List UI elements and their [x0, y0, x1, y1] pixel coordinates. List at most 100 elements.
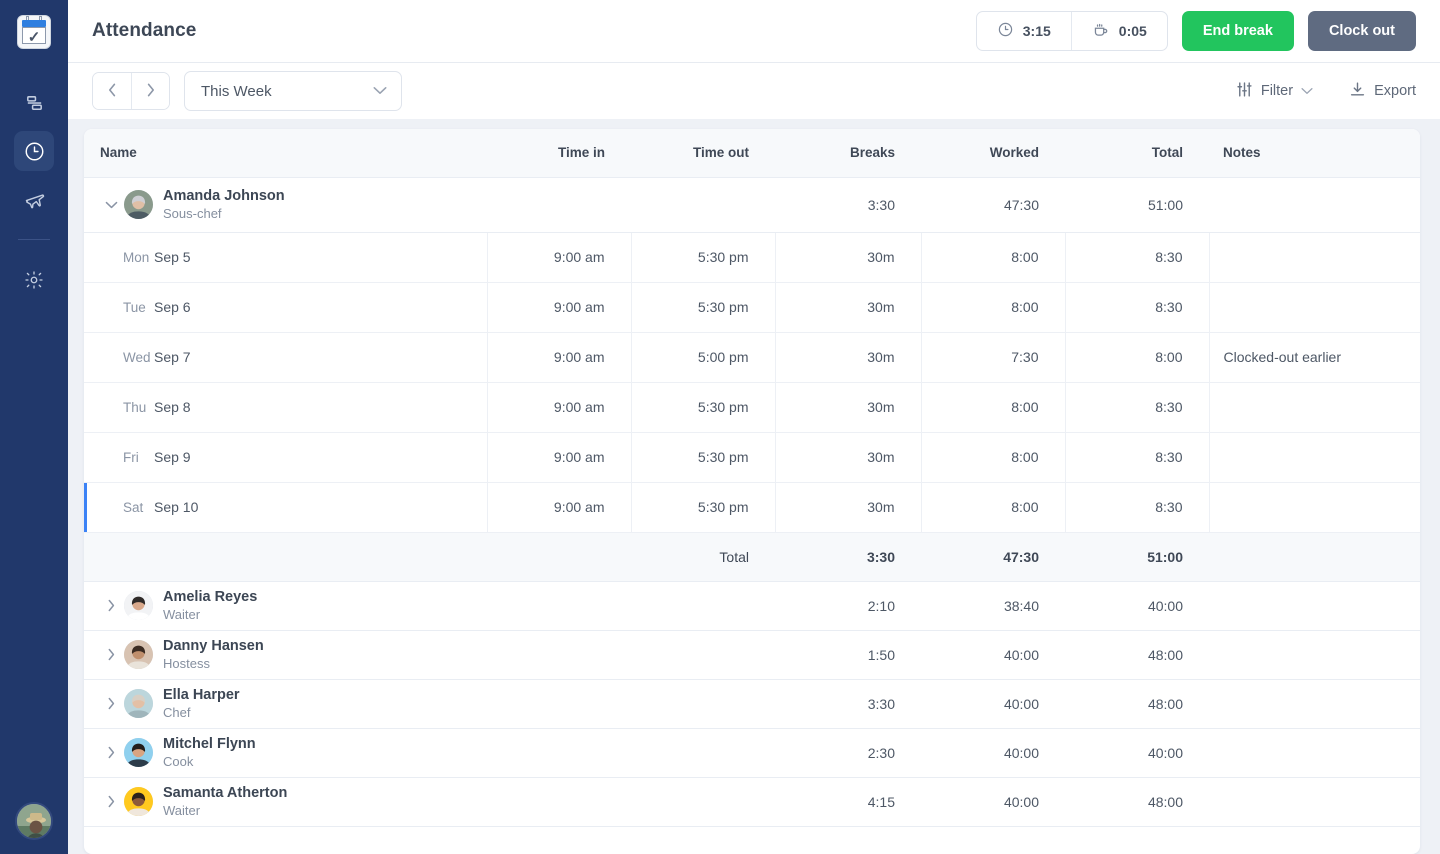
employee-role: Chef	[163, 704, 191, 720]
clock-out-button[interactable]: Clock out	[1307, 11, 1416, 51]
employee-notes	[1209, 177, 1420, 233]
timer-group: 3:15 0:05	[975, 11, 1168, 51]
chevron-down-icon	[1301, 83, 1313, 99]
avatar[interactable]	[15, 802, 53, 840]
expand-toggle[interactable]	[98, 648, 124, 661]
column-header-time-in[interactable]: Time in	[487, 129, 631, 178]
totals-notes	[1209, 532, 1420, 582]
employee-identity: Mitchel Flynn Cook	[163, 736, 256, 770]
next-week-button[interactable]	[131, 73, 169, 109]
day-row[interactable]: Thu Sep 8 9:00 am 5:30 pm 30m 8:00 8:30	[84, 382, 1420, 433]
expand-toggle[interactable]	[98, 795, 124, 808]
export-label: Export	[1374, 83, 1416, 99]
day-notes[interactable]: Clocked-out earlier	[1208, 332, 1420, 383]
day-row[interactable]: Wed Sep 7 9:00 am 5:00 pm 30m 7:30 8:00 Clocked…	[84, 332, 1420, 383]
calendar-check-logo[interactable]: ✓	[17, 15, 51, 49]
employee-row[interactable]: Amanda Johnson Sous-chef 3:30 47:30 51:00	[84, 177, 1420, 233]
expand-toggle[interactable]	[98, 697, 124, 710]
day-time-in[interactable]: 9:00 am	[486, 232, 631, 283]
toolbar-right: Filter Export	[1236, 81, 1416, 102]
column-header-time-out[interactable]: Time out	[631, 129, 775, 178]
sidebar-divider	[18, 239, 50, 240]
day-date: Sep 8	[154, 399, 191, 415]
break-timer-value: 0:05	[1118, 23, 1147, 39]
day-total: 8:30	[1064, 382, 1209, 433]
export-button[interactable]: Export	[1349, 81, 1416, 102]
column-header-breaks[interactable]: Breaks	[775, 129, 921, 178]
day-label-cell: Fri Sep 9	[84, 432, 487, 483]
day-notes[interactable]	[1208, 282, 1420, 333]
end-break-button[interactable]: End break	[1181, 11, 1294, 51]
employee-notes	[1209, 728, 1420, 778]
column-header-worked[interactable]: Worked	[921, 129, 1065, 178]
table-toolbar: This Week Filter Export	[68, 63, 1440, 119]
avatar-illustration	[17, 804, 51, 838]
column-header-total[interactable]: Total	[1065, 129, 1209, 178]
day-time-in[interactable]: 9:00 am	[486, 382, 631, 433]
sidebar-item-schedule[interactable]	[14, 83, 54, 123]
employee-notes	[1209, 777, 1420, 827]
table-header-row: Name Time in Time out Breaks Worked Tota…	[84, 129, 1420, 178]
day-breaks[interactable]: 30m	[774, 432, 921, 483]
sidebar-nav	[0, 83, 68, 300]
header-actions: 3:15 0:05 End break Clock out	[975, 11, 1416, 51]
totals-spacer	[84, 531, 487, 582]
day-row[interactable]: Sat Sep 10 9:00 am 5:30 pm 30m 8:00 8:30	[84, 482, 1420, 533]
day-time-out[interactable]: 5:30 pm	[630, 482, 775, 533]
day-breaks[interactable]: 30m	[774, 232, 921, 283]
column-header-notes[interactable]: Notes	[1209, 129, 1420, 178]
day-notes[interactable]	[1208, 482, 1420, 533]
employee-name-cell: Amelia Reyes Waiter	[84, 581, 487, 631]
day-time-out[interactable]: 5:30 pm	[630, 432, 775, 483]
day-row[interactable]: Tue Sep 6 9:00 am 5:30 pm 30m 8:00 8:30	[84, 282, 1420, 333]
collapse-toggle[interactable]	[98, 201, 124, 209]
day-row[interactable]: Mon Sep 5 9:00 am 5:30 pm 30m 8:00 8:30	[84, 232, 1420, 283]
employee-row[interactable]: Samanta Atherton Waiter 4:15 40:00 48:00	[84, 777, 1420, 827]
day-time-out[interactable]: 5:30 pm	[630, 232, 775, 283]
avatar	[124, 640, 153, 669]
expand-toggle[interactable]	[98, 599, 124, 612]
week-pager	[92, 72, 170, 110]
day-worked: 8:00	[920, 432, 1065, 483]
day-notes[interactable]	[1208, 232, 1420, 283]
day-date: Sep 9	[154, 449, 191, 465]
logo-header-bar	[22, 20, 46, 27]
table-header: Name Time in Time out Breaks Worked Tota…	[84, 129, 1420, 178]
day-breaks[interactable]: 30m	[774, 332, 921, 383]
day-notes[interactable]	[1208, 432, 1420, 483]
sidebar-item-settings[interactable]	[14, 260, 54, 300]
employee-row[interactable]: Danny Hansen Hostess 1:50 40:00 48:00	[84, 630, 1420, 680]
employee-name: Samanta Atherton	[163, 784, 288, 801]
day-time-out[interactable]: 5:00 pm	[630, 332, 775, 383]
day-of-week: Fri	[123, 449, 139, 465]
day-breaks[interactable]: 30m	[774, 482, 921, 533]
day-time-out[interactable]: 5:30 pm	[630, 382, 775, 433]
sidebar-item-time-off[interactable]	[14, 179, 54, 219]
day-time-in[interactable]: 9:00 am	[486, 332, 631, 383]
day-breaks[interactable]: 30m	[774, 382, 921, 433]
employee-row[interactable]: Mitchel Flynn Cook 2:30 40:00 40:00	[84, 728, 1420, 778]
employee-breaks: 3:30	[775, 679, 921, 729]
employee-name-cell: Samanta Atherton Waiter	[84, 777, 487, 827]
employee-name-cell: Amanda Johnson Sous-chef	[84, 177, 487, 233]
day-time-in[interactable]: 9:00 am	[486, 432, 631, 483]
filter-button[interactable]: Filter	[1236, 81, 1313, 102]
employee-breaks: 2:10	[775, 581, 921, 631]
sidebar-item-attendance[interactable]	[14, 131, 54, 171]
column-header-name[interactable]: Name	[84, 129, 487, 178]
day-date: Sep 7	[154, 349, 191, 365]
employee-notes	[1209, 630, 1420, 680]
day-row[interactable]: Fri Sep 9 9:00 am 5:30 pm 30m 8:00 8:30	[84, 432, 1420, 483]
employee-row[interactable]: Ella Harper Chef 3:30 40:00 48:00	[84, 679, 1420, 729]
day-time-out[interactable]: 5:30 pm	[630, 282, 775, 333]
day-notes[interactable]	[1208, 382, 1420, 433]
prev-week-button[interactable]	[93, 73, 131, 109]
expand-toggle[interactable]	[98, 746, 124, 759]
employee-row[interactable]: Amelia Reyes Waiter 2:10 38:40 40:00	[84, 581, 1420, 631]
day-time-in[interactable]: 9:00 am	[486, 282, 631, 333]
date-range-select[interactable]: This Week	[184, 71, 402, 111]
day-time-in[interactable]: 9:00 am	[486, 482, 631, 533]
day-breaks[interactable]: 30m	[774, 282, 921, 333]
break-timer[interactable]: 0:05	[1070, 12, 1167, 50]
work-timer[interactable]: 3:15	[977, 12, 1071, 50]
